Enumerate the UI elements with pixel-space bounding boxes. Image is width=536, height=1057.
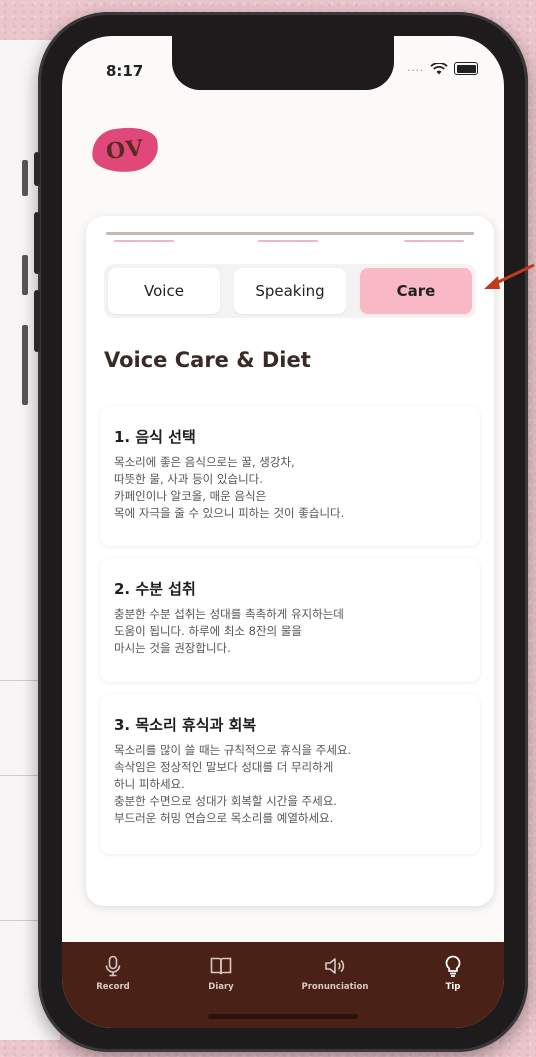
logo-text: OV [104, 135, 146, 165]
signal-dots: .... [407, 63, 424, 74]
content-card: Voice Speaking Care Voice Care & Diet 1.… [86, 216, 494, 906]
tip-body: 충분한 수분 섭취는 성대를 촉촉하게 유지하는데 도움이 됩니다. 하루에 최… [114, 607, 344, 655]
nav-label: Record [96, 982, 130, 992]
nav-diary[interactable]: Diary [176, 954, 266, 992]
tip-card-rest: 3. 목소리 휴식과 회복 목소리를 많이 쓸 때는 규칙적으로 휴식을 주세요… [100, 694, 480, 854]
nav-tip[interactable]: Tip [408, 954, 498, 992]
nav-pronunciation[interactable]: Pronunciation [290, 954, 380, 992]
doc-bar [22, 325, 28, 405]
notch [172, 36, 394, 90]
lightbulb-icon [445, 955, 461, 977]
nav-label: Diary [208, 982, 234, 992]
status-time: 8:17 [106, 62, 144, 80]
section-title: Voice Care & Diet [104, 348, 311, 372]
nav-label: Tip [445, 982, 461, 992]
tip-body: 목소리에 좋은 음식으로는 꿀, 생강차, 따뜻한 물, 사과 등이 있습니다.… [114, 455, 345, 520]
nav-record[interactable]: Record [68, 954, 158, 992]
tip-title: 2. 수분 섭취 [114, 580, 196, 598]
progress-tick [404, 240, 464, 242]
progress-track [106, 232, 474, 235]
tab-bar: Voice Speaking Care [104, 264, 476, 318]
annotation-arrow-icon [484, 263, 535, 289]
battery-icon [454, 62, 478, 75]
tip-title: 3. 목소리 휴식과 회복 [114, 716, 257, 734]
speaker-icon [325, 958, 345, 974]
microphone-icon [105, 955, 121, 977]
wifi-icon [430, 62, 448, 74]
volume-down-button [34, 290, 40, 352]
home-indicator [208, 1014, 358, 1019]
silent-switch [34, 152, 40, 186]
volume-up-button [34, 212, 40, 274]
tab-care[interactable]: Care [360, 268, 472, 314]
phone-screen: 8:17 .... OV Voice Speaking Care Voice C… [62, 36, 504, 1028]
bottom-nav: Record Diary Pronunciation Tip [62, 942, 504, 1028]
progress-tick [114, 240, 174, 242]
tip-title: 1. 음식 선택 [114, 428, 196, 446]
tip-card-food: 1. 음식 선택 목소리에 좋은 음식으로는 꿀, 생강차, 따뜻한 물, 사과… [100, 406, 480, 546]
phone-frame: 8:17 .... OV Voice Speaking Care Voice C… [34, 12, 528, 1052]
tab-speaking[interactable]: Speaking [234, 268, 346, 314]
tip-body: 목소리를 많이 쓸 때는 규칙적으로 휴식을 주세요. 속삭임은 정상적인 말보… [114, 743, 352, 825]
progress-tick [258, 240, 318, 242]
progress-indicators [106, 240, 474, 242]
status-icons: .... [407, 62, 478, 75]
doc-bar [22, 160, 28, 196]
app-logo[interactable]: OV [89, 124, 161, 176]
tab-voice[interactable]: Voice [108, 268, 220, 314]
tip-card-hydration: 2. 수분 섭취 충분한 수분 섭취는 성대를 촉촉하게 유지하는데 도움이 됩… [100, 558, 480, 682]
book-icon [210, 957, 232, 975]
nav-label: Pronunciation [301, 982, 369, 992]
doc-bar [22, 255, 28, 295]
